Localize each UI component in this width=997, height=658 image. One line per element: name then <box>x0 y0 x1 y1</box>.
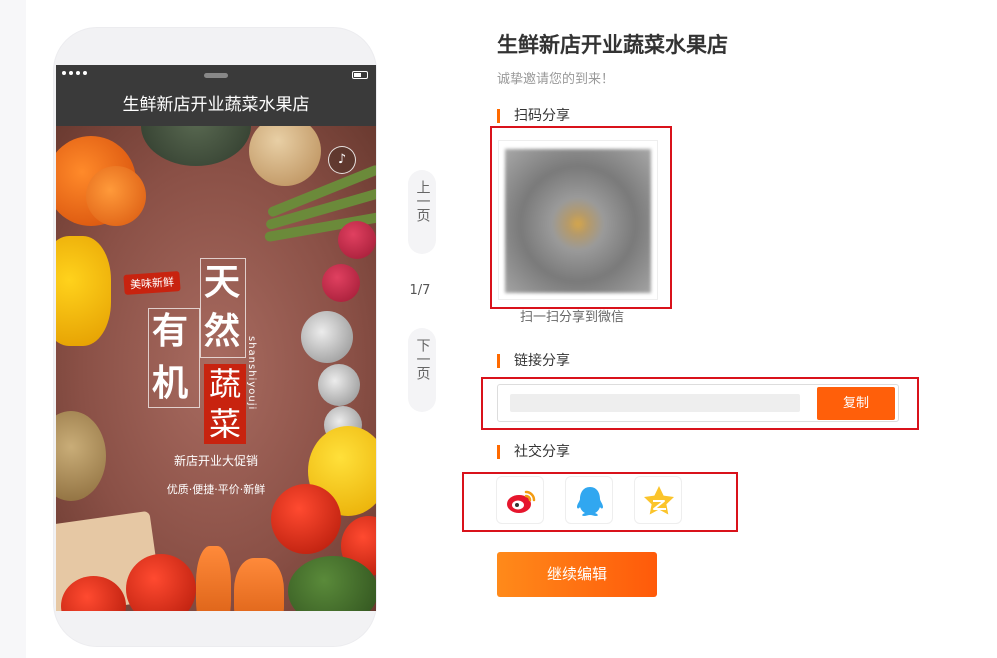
signal-dots-icon <box>62 71 87 75</box>
social-share-heading: 社交分享 <box>497 443 570 461</box>
avocado-image <box>288 556 376 611</box>
qr-code <box>498 140 658 300</box>
poster-grid-line <box>148 308 200 408</box>
music-note-icon[interactable]: ♪ <box>328 146 356 174</box>
qr-caption: 扫一扫分享到微信 <box>520 310 625 325</box>
share-link-field[interactable]: 复制 <box>497 384 899 422</box>
qq-share-button[interactable] <box>565 476 613 524</box>
yellow-pepper-image <box>56 236 111 346</box>
phone-preview: 生鲜新店开业蔬菜水果店 ♪ 美味新鲜 天 然 有 机 蔬菜 shanshiyou… <box>53 27 377 647</box>
next-page-button[interactable]: 下一页 <box>408 328 436 412</box>
left-gutter <box>0 0 26 658</box>
weibo-icon <box>507 490 536 513</box>
battery-icon <box>352 71 368 79</box>
page-subtitle: 诚挚邀请您的到来！ <box>497 72 615 87</box>
phone-status-bar <box>56 65 376 87</box>
poster-line-1: 新店开业大促销 <box>173 454 258 468</box>
qr-share-heading: 扫码分享 <box>497 107 570 125</box>
prev-page-button[interactable]: 上一页 <box>408 170 436 254</box>
weibo-share-button[interactable] <box>496 476 544 524</box>
poster-side-text: shanshiyouji <box>246 336 257 411</box>
continue-edit-button[interactable]: 继续编辑 <box>497 552 657 597</box>
qr-code-image <box>505 149 651 293</box>
orange-pepper-image <box>86 166 146 226</box>
poster-grid-line <box>200 258 246 358</box>
carrot-image <box>196 546 231 611</box>
next-page-label: 下一页 <box>414 338 431 380</box>
poster-canvas[interactable]: ♪ 美味新鲜 天 然 有 机 蔬菜 shanshiyouji 新店开业大促销 优… <box>56 126 376 611</box>
tomato-image <box>126 554 196 611</box>
poster-line-2: 优质·便捷·平价·新鲜 <box>166 483 266 496</box>
qzone-icon <box>644 486 674 515</box>
poster-tag: 美味新鲜 <box>123 271 181 295</box>
radish-image <box>338 221 376 259</box>
carrot-image <box>234 558 284 611</box>
page-title: 生鲜新店开业蔬菜水果店 <box>497 33 728 57</box>
copy-button[interactable]: 复制 <box>817 387 895 420</box>
prev-page-label: 上一页 <box>414 180 431 222</box>
phone-screen: 生鲜新店开业蔬菜水果店 ♪ 美味新鲜 天 然 有 机 蔬菜 shanshiyou… <box>56 65 376 611</box>
measuring-spoon-image <box>301 311 353 363</box>
onion-image <box>249 126 321 186</box>
measuring-spoon-image <box>318 364 360 406</box>
page-indicator: 1/7 <box>409 283 431 298</box>
qzone-share-button[interactable] <box>634 476 682 524</box>
link-share-heading: 链接分享 <box>497 352 570 370</box>
poster-shucai: 蔬菜 <box>204 364 246 444</box>
share-link-value[interactable] <box>510 394 800 412</box>
qq-icon <box>577 487 603 516</box>
pumpkin-image <box>141 126 251 166</box>
radish-image <box>322 264 360 302</box>
speaker-notch <box>204 73 228 78</box>
phone-title: 生鲜新店开业蔬菜水果店 <box>56 87 376 126</box>
